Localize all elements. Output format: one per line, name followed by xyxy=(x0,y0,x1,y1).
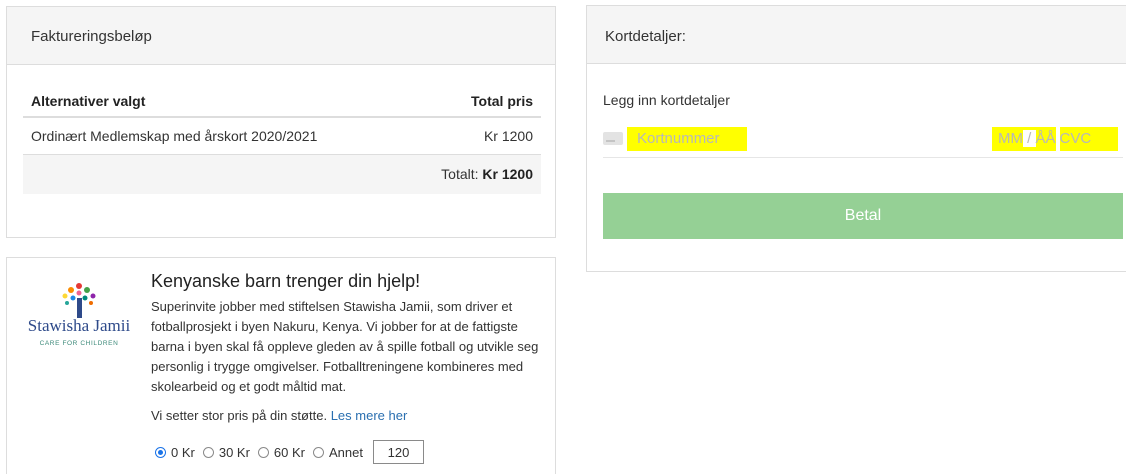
total-value: Kr 1200 xyxy=(482,166,533,183)
billing-header: Faktureringsbeløp xyxy=(7,7,555,65)
charity-note: Vi setter stor pris på din støtte. Les m… xyxy=(151,408,407,423)
billing-panel: Faktureringsbeløp Alternativer valgt Tot… xyxy=(6,6,556,238)
card-number-field[interactable]: Kortnummer xyxy=(627,127,747,151)
billing-table: Alternativer valgt Total pris Ordinært M… xyxy=(23,85,541,194)
row-item: Ordinært Medlemskap med årskort 2020/202… xyxy=(23,117,405,155)
donation-option-60[interactable]: 60 Kr xyxy=(257,445,305,460)
read-more-link[interactable]: Les mere her xyxy=(331,408,408,423)
logo-tagline: CARE FOR CHILDREN xyxy=(39,340,119,347)
card-input-row[interactable]: Kortnummer MM / ÅÅ CVC xyxy=(603,118,1123,158)
other-amount-input[interactable] xyxy=(372,440,424,464)
support-text: Vi setter stor pris på din støtte. xyxy=(151,408,328,423)
table-header-row: Alternativer valgt Total pris xyxy=(23,85,541,118)
donation-option-0[interactable]: 0 Kr xyxy=(155,445,195,460)
total-row: Totalt: Kr 1200 xyxy=(23,154,541,194)
total-cell: Totalt: Kr 1200 xyxy=(404,154,541,194)
donation-option-30[interactable]: 30 Kr xyxy=(202,445,250,460)
credit-card-icon xyxy=(603,132,623,145)
charity-title: Kenyanske barn trenger din hjelp! xyxy=(151,271,421,291)
charity-description: Superinvite jobber med stiftelsen Stawis… xyxy=(151,299,539,394)
radio[interactable] xyxy=(202,446,214,458)
expiry-year[interactable]: ÅÅ xyxy=(1036,130,1056,147)
pay-button[interactable]: Betal xyxy=(603,193,1123,239)
logo-name: Stawisha Jamii xyxy=(27,316,131,335)
donation-option-other[interactable]: Annet xyxy=(313,445,363,460)
card-details-panel: Kortdetaljer: Legg inn kortdetaljer Kort… xyxy=(586,5,1126,272)
stawisha-jamii-logo: Stawisha Jamii CARE FOR CHILDREN xyxy=(21,278,137,350)
card-header: Kortdetaljer: xyxy=(587,6,1126,64)
tree-icon xyxy=(62,283,96,318)
total-label: Totalt: xyxy=(441,166,479,183)
table-row: Ordinært Medlemskap med årskort 2020/202… xyxy=(23,117,541,155)
radio[interactable] xyxy=(313,446,324,458)
column-header-options: Alternativer valgt xyxy=(23,85,405,118)
expiry-month[interactable]: MM xyxy=(998,130,1023,147)
expiry-separator: / xyxy=(1023,130,1036,147)
card-expiry-cvc-field[interactable]: MM / ÅÅ CVC xyxy=(992,127,1118,151)
cvc-field[interactable]: CVC xyxy=(1060,130,1092,147)
charity-panel: Stawisha Jamii CARE FOR CHILDREN Kenyans… xyxy=(6,257,556,474)
radio[interactable] xyxy=(257,446,269,458)
row-price: Kr 1200 xyxy=(404,117,541,155)
card-instruction: Legg inn kortdetaljer xyxy=(603,92,730,108)
column-header-total: Total pris xyxy=(404,85,541,118)
donation-options: 0 Kr 30 Kr 60 Kr Annet xyxy=(155,440,424,464)
radio-selected[interactable] xyxy=(155,446,166,458)
